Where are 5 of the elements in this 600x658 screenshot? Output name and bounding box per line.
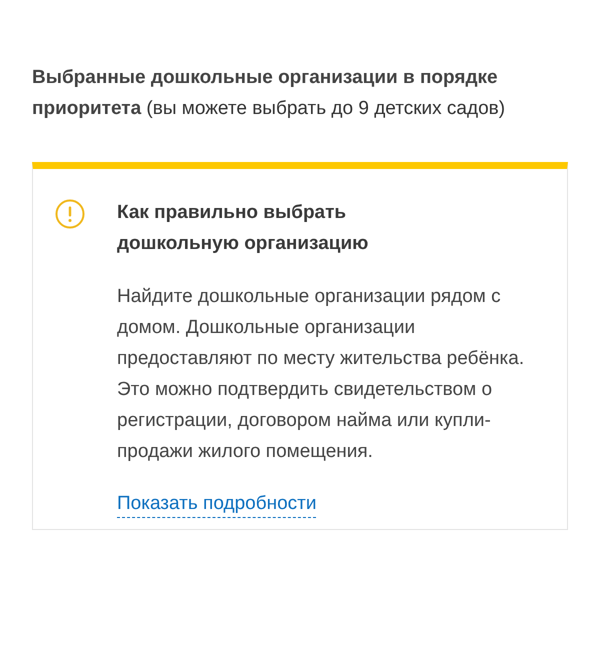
section-heading: Выбранные дошкольные организации в порядке приоритета (вы можете выбрать до 9 детских садов) [32,66,506,121]
notice-text: Найдите дошкольные организации рядом с домом. Дошкольные организации предоставляют по месту жительства ребёнка. Это можно подтвердить свидетельством о регистрации, договором найма или купли-продажи жилого помещения. [117,285,526,464]
warning-icon [55,199,85,229]
notice-title: Как правильно выбрать дошкольную организацию [117,201,370,256]
details-link[interactable]: Показать подробности [117,493,316,518]
